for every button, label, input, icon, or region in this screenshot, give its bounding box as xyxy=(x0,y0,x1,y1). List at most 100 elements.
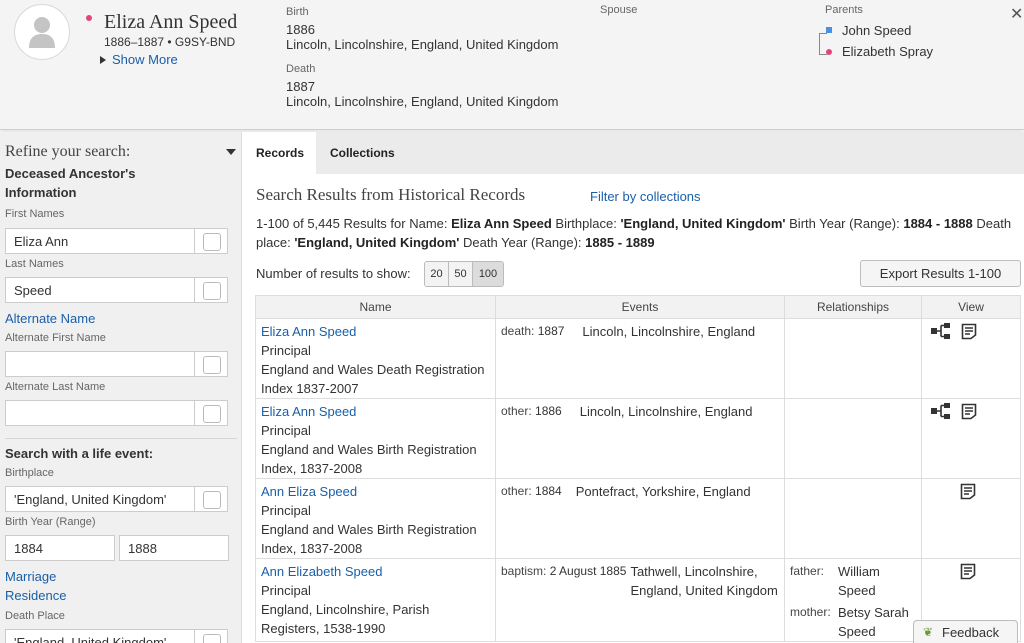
show-20-button[interactable]: 20 xyxy=(425,262,449,286)
person-lifespan-id: 1886–1887 • G9SY-BND xyxy=(104,35,236,49)
record-events-cell: other: 1884 Pontefract, Yorkshire, Englan… xyxy=(495,478,785,559)
relationship-type: father: xyxy=(790,564,825,578)
relationship-name: William Speed xyxy=(838,564,880,598)
father-name[interactable]: John Speed xyxy=(842,23,911,39)
last-names-label: Last Names xyxy=(5,258,64,270)
feedback-leaf-icon: ❦ xyxy=(923,625,934,639)
death-label: Death xyxy=(286,63,316,75)
family-tree-icon[interactable] xyxy=(931,323,951,339)
show-100-button[interactable]: 100 xyxy=(473,262,503,286)
alternate-name-link[interactable]: Alternate Name xyxy=(5,311,95,326)
spouse-label: Spouse xyxy=(600,4,638,16)
birth-place: Lincoln, Lincolnshire, England, United K… xyxy=(286,37,559,52)
expand-triangle-icon xyxy=(100,56,106,64)
results-table: Name Events Relationships View Eliza Ann… xyxy=(255,295,1021,642)
results-title: Search Results from Historical Records xyxy=(256,185,526,204)
record-view-cell xyxy=(921,318,1021,399)
record-events-cell: other: 1886 Lincoln, Lincolnshire, Englan… xyxy=(495,398,785,479)
event-place: Lincoln, Lincolnshire, England xyxy=(579,404,753,419)
marriage-link[interactable]: Marriage xyxy=(5,569,56,584)
show-more-label: Show More xyxy=(112,52,178,67)
first-names-exact-checkbox[interactable] xyxy=(194,228,228,254)
record-name-link[interactable]: Ann Elizabeth Speed xyxy=(261,562,490,581)
record-view-cell xyxy=(921,478,1021,559)
event-type: other: xyxy=(501,484,532,498)
alt-last-name-input[interactable] xyxy=(5,400,195,426)
alt-first-name-exact-checkbox[interactable] xyxy=(194,351,228,377)
alt-last-name-label: Alternate Last Name xyxy=(5,381,106,393)
filter-by-collections-link[interactable]: Filter by collections xyxy=(590,189,701,204)
alt-last-name-exact-checkbox[interactable] xyxy=(194,400,228,426)
last-names-input[interactable]: Speed xyxy=(5,277,195,303)
event-date: 2 August 1885 xyxy=(549,564,627,578)
event-date: 1884 xyxy=(535,484,562,498)
residence-link[interactable]: Residence xyxy=(5,588,66,603)
column-header-events: Events xyxy=(495,295,785,319)
results-count-selector: 20 50 100 xyxy=(424,261,504,287)
death-place-exact-checkbox[interactable] xyxy=(194,629,228,643)
deceased-section-title: Deceased Ancestor's Information xyxy=(5,166,136,200)
record-name-link[interactable]: Eliza Ann Speed xyxy=(261,402,490,421)
female-indicator-icon xyxy=(826,49,832,55)
table-row: Eliza Ann Speed Principal England and Wa… xyxy=(255,398,1021,479)
record-relationships-cell xyxy=(784,398,922,479)
collapse-caret-icon[interactable] xyxy=(226,149,236,155)
event-place: Tathwell, Lincolnshire, England, United … xyxy=(630,564,778,598)
record-details-icon[interactable] xyxy=(960,563,976,580)
person-name: Eliza Ann Speed xyxy=(104,11,238,33)
person-avatar xyxy=(14,4,70,60)
birthplace-label: Birthplace xyxy=(5,467,54,479)
record-events-cell: death: 1887 Lincoln, Lincolnshire, Englan… xyxy=(495,318,785,399)
sidebar-divider xyxy=(5,438,237,439)
tab-collections[interactable]: Collections xyxy=(316,132,410,174)
event-type: death: xyxy=(501,324,535,338)
record-role: Principal xyxy=(261,583,311,598)
record-relationships-cell xyxy=(784,318,922,399)
death-place: Lincoln, Lincolnshire, England, United K… xyxy=(286,94,559,109)
show-more-link[interactable]: Show More xyxy=(100,52,178,67)
export-results-button[interactable]: Export Results 1-100 xyxy=(860,260,1021,287)
last-names-exact-checkbox[interactable] xyxy=(194,277,228,303)
record-relationships-cell xyxy=(784,478,922,559)
birth-year-from-input[interactable]: 1884 xyxy=(5,535,115,561)
family-tree-icon[interactable] xyxy=(931,403,951,419)
record-details-icon[interactable] xyxy=(961,403,977,420)
record-name-link[interactable]: Ann Eliza Speed xyxy=(261,482,490,501)
record-relationships-cell: father: William Speed mother: Betsy Sarah … xyxy=(784,558,922,642)
birth-year-to-input[interactable]: 1888 xyxy=(119,535,229,561)
first-names-input[interactable]: Eliza Ann xyxy=(5,228,195,254)
birthplace-exact-checkbox[interactable] xyxy=(194,486,228,512)
column-header-name: Name xyxy=(255,295,496,319)
event-type: other: xyxy=(501,404,532,418)
birth-date: 1886 xyxy=(286,22,315,37)
death-place-label: Death Place xyxy=(5,610,65,622)
record-details-icon[interactable] xyxy=(961,323,977,340)
death-place-input[interactable]: 'England, United Kingdom' xyxy=(5,629,195,643)
close-icon[interactable]: ✕ xyxy=(1010,4,1023,24)
male-indicator-icon xyxy=(826,27,832,33)
record-collection: England and Wales Birth Registration Ind… xyxy=(261,442,477,476)
show-50-button[interactable]: 50 xyxy=(449,262,473,286)
tab-records[interactable]: Records xyxy=(242,132,316,174)
refine-title: Refine your search: xyxy=(5,143,131,160)
record-details-icon[interactable] xyxy=(960,483,976,500)
feedback-button[interactable]: ❦ Feedback xyxy=(913,620,1018,643)
event-place: Pontefract, Yorkshire, England xyxy=(575,484,751,499)
life-event-section-title: Search with a life event: xyxy=(5,446,154,461)
record-role: Principal xyxy=(261,423,311,438)
record-name-link[interactable]: Eliza Ann Speed xyxy=(261,322,490,341)
mother-name[interactable]: Elizabeth Spray xyxy=(842,44,933,60)
record-name-cell: Ann Elizabeth Speed Principal England, L… xyxy=(255,558,496,642)
birth-label: Birth xyxy=(286,6,309,18)
person-header: Eliza Ann Speed 1886–1887 • G9SY-BND Sho… xyxy=(0,0,1024,130)
alt-first-name-input[interactable] xyxy=(5,351,195,377)
birthplace-input[interactable]: 'England, United Kingdom' xyxy=(5,486,195,512)
female-indicator-icon xyxy=(86,15,92,21)
record-role: Principal xyxy=(261,343,311,358)
event-type: baptism: xyxy=(501,564,547,578)
table-row: Eliza Ann Speed Principal England and Wa… xyxy=(255,318,1021,399)
results-panel: Search Results from Historical Records F… xyxy=(243,174,1024,643)
record-role: Principal xyxy=(261,503,311,518)
record-collection: England, Lincolnshire, Parish Registers,… xyxy=(261,602,430,636)
feedback-label: Feedback xyxy=(942,625,1000,640)
